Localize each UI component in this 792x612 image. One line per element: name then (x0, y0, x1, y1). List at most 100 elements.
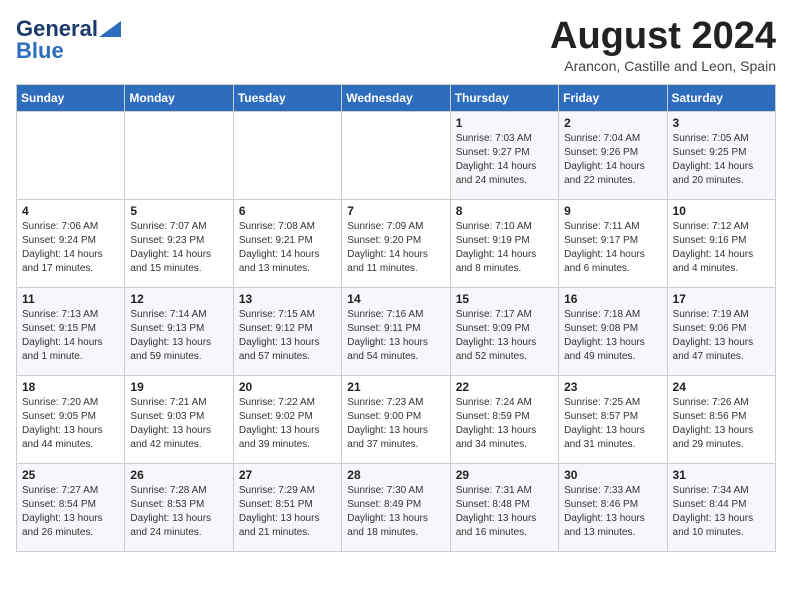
day-number: 3 (673, 116, 770, 130)
col-header-wednesday: Wednesday (342, 84, 450, 111)
day-number: 23 (564, 380, 661, 394)
week-row-4: 18 Sunrise: 7:20 AM Sunset: 9:05 PM Dayli… (17, 375, 776, 463)
day-number: 13 (239, 292, 336, 306)
day-info: Sunrise: 7:20 AM Sunset: 9:05 PM Dayligh… (22, 396, 119, 452)
day-info: Sunrise: 7:10 AM Sunset: 9:19 PM Dayligh… (456, 220, 553, 276)
day-info: Sunrise: 7:31 AM Sunset: 8:48 PM Dayligh… (456, 484, 553, 540)
day-number: 12 (130, 292, 227, 306)
day-info: Sunrise: 7:13 AM Sunset: 9:15 PM Dayligh… (22, 308, 119, 364)
calendar-cell: 28 Sunrise: 7:30 AM Sunset: 8:49 PM Dayli… (342, 463, 450, 551)
day-number: 17 (673, 292, 770, 306)
day-number: 24 (673, 380, 770, 394)
day-number: 2 (564, 116, 661, 130)
calendar-cell: 29 Sunrise: 7:31 AM Sunset: 8:48 PM Dayli… (450, 463, 558, 551)
day-info: Sunrise: 7:30 AM Sunset: 8:49 PM Dayligh… (347, 484, 444, 540)
day-info: Sunrise: 7:18 AM Sunset: 9:08 PM Dayligh… (564, 308, 661, 364)
calendar-cell: 21 Sunrise: 7:23 AM Sunset: 9:00 PM Dayli… (342, 375, 450, 463)
day-info: Sunrise: 7:12 AM Sunset: 9:16 PM Dayligh… (673, 220, 770, 276)
day-number: 9 (564, 204, 661, 218)
day-number: 19 (130, 380, 227, 394)
location-subtitle: Arancon, Castille and Leon, Spain (550, 58, 776, 74)
day-number: 21 (347, 380, 444, 394)
calendar-cell: 25Sunrise: 7:27 AM Sunset: 8:54 PM Dayli… (17, 463, 125, 551)
calendar-cell: 8 Sunrise: 7:10 AM Sunset: 9:19 PM Daylig… (450, 199, 558, 287)
day-info: Sunrise: 7:33 AM Sunset: 8:46 PM Dayligh… (564, 484, 661, 540)
day-number: 8 (456, 204, 553, 218)
calendar-cell: 20 Sunrise: 7:22 AM Sunset: 9:02 PM Dayli… (233, 375, 341, 463)
logo: General Blue (16, 16, 121, 64)
day-number: 29 (456, 468, 553, 482)
day-info: Sunrise: 7:09 AM Sunset: 9:20 PM Dayligh… (347, 220, 444, 276)
day-number: 20 (239, 380, 336, 394)
day-number: 18 (22, 380, 119, 394)
title-area: August 2024 Arancon, Castille and Leon, … (550, 16, 776, 74)
day-number: 6 (239, 204, 336, 218)
week-row-2: 4 Sunrise: 7:06 AM Sunset: 9:24 PM Daylig… (17, 199, 776, 287)
calendar-cell: 7 Sunrise: 7:09 AM Sunset: 9:20 PM Daylig… (342, 199, 450, 287)
day-info: Sunrise: 7:08 AM Sunset: 9:21 PM Dayligh… (239, 220, 336, 276)
day-info: Sunrise: 7:14 AM Sunset: 9:13 PM Dayligh… (130, 308, 227, 364)
day-info: Sunrise: 7:06 AM Sunset: 9:24 PM Dayligh… (22, 220, 119, 276)
logo-blue: Blue (16, 38, 64, 64)
day-info: Sunrise: 7:15 AM Sunset: 9:12 PM Dayligh… (239, 308, 336, 364)
calendar-cell (125, 111, 233, 199)
day-number: 30 (564, 468, 661, 482)
col-header-thursday: Thursday (450, 84, 558, 111)
col-header-monday: Monday (125, 84, 233, 111)
calendar-cell: 22Sunrise: 7:24 AM Sunset: 8:59 PM Dayli… (450, 375, 558, 463)
calendar-cell: 30 Sunrise: 7:33 AM Sunset: 8:46 PM Dayli… (559, 463, 667, 551)
day-info: Sunrise: 7:05 AM Sunset: 9:25 PM Dayligh… (673, 132, 770, 188)
calendar-cell: 1 Sunrise: 7:03 AM Sunset: 9:27 PM Daylig… (450, 111, 558, 199)
day-number: 11 (22, 292, 119, 306)
day-number: 4 (22, 204, 119, 218)
day-number: 7 (347, 204, 444, 218)
calendar-cell: 6 Sunrise: 7:08 AM Sunset: 9:21 PM Daylig… (233, 199, 341, 287)
calendar-cell: 3 Sunrise: 7:05 AM Sunset: 9:25 PM Daylig… (667, 111, 775, 199)
calendar-cell: 14 Sunrise: 7:16 AM Sunset: 9:11 PM Dayli… (342, 287, 450, 375)
calendar-cell: 5Sunrise: 7:07 AM Sunset: 9:23 PM Daylig… (125, 199, 233, 287)
day-info: Sunrise: 7:23 AM Sunset: 9:00 PM Dayligh… (347, 396, 444, 452)
day-info: Sunrise: 7:25 AM Sunset: 8:57 PM Dayligh… (564, 396, 661, 452)
calendar-cell: 2 Sunrise: 7:04 AM Sunset: 9:26 PM Daylig… (559, 111, 667, 199)
calendar-cell (17, 111, 125, 199)
week-row-5: 25Sunrise: 7:27 AM Sunset: 8:54 PM Dayli… (17, 463, 776, 551)
calendar-header-row: SundayMondayTuesdayWednesdayThursdayFrid… (17, 84, 776, 111)
col-header-tuesday: Tuesday (233, 84, 341, 111)
day-info: Sunrise: 7:17 AM Sunset: 9:09 PM Dayligh… (456, 308, 553, 364)
day-info: Sunrise: 7:26 AM Sunset: 8:56 PM Dayligh… (673, 396, 770, 452)
calendar-cell: 18 Sunrise: 7:20 AM Sunset: 9:05 PM Dayli… (17, 375, 125, 463)
calendar-cell: 26Sunrise: 7:28 AM Sunset: 8:53 PM Dayli… (125, 463, 233, 551)
calendar-cell: 19 Sunrise: 7:21 AM Sunset: 9:03 PM Dayli… (125, 375, 233, 463)
calendar-table: SundayMondayTuesdayWednesdayThursdayFrid… (16, 84, 776, 552)
day-number: 27 (239, 468, 336, 482)
calendar-cell: 24 Sunrise: 7:26 AM Sunset: 8:56 PM Dayli… (667, 375, 775, 463)
col-header-sunday: Sunday (17, 84, 125, 111)
day-info: Sunrise: 7:22 AM Sunset: 9:02 PM Dayligh… (239, 396, 336, 452)
calendar-cell: 27Sunrise: 7:29 AM Sunset: 8:51 PM Dayli… (233, 463, 341, 551)
day-number: 26 (130, 468, 227, 482)
day-number: 28 (347, 468, 444, 482)
calendar-cell (342, 111, 450, 199)
day-number: 15 (456, 292, 553, 306)
day-number: 1 (456, 116, 553, 130)
col-header-friday: Friday (559, 84, 667, 111)
day-number: 10 (673, 204, 770, 218)
day-number: 22 (456, 380, 553, 394)
day-number: 25 (22, 468, 119, 482)
month-title: August 2024 (550, 16, 776, 58)
day-number: 31 (673, 468, 770, 482)
col-header-saturday: Saturday (667, 84, 775, 111)
calendar-cell: 31 Sunrise: 7:34 AM Sunset: 8:44 PM Dayli… (667, 463, 775, 551)
logo-icon (99, 21, 121, 37)
day-number: 14 (347, 292, 444, 306)
calendar-cell: 9Sunrise: 7:11 AM Sunset: 9:17 PM Daylig… (559, 199, 667, 287)
day-info: Sunrise: 7:16 AM Sunset: 9:11 PM Dayligh… (347, 308, 444, 364)
day-info: Sunrise: 7:21 AM Sunset: 9:03 PM Dayligh… (130, 396, 227, 452)
calendar-cell: 23 Sunrise: 7:25 AM Sunset: 8:57 PM Dayli… (559, 375, 667, 463)
day-info: Sunrise: 7:04 AM Sunset: 9:26 PM Dayligh… (564, 132, 661, 188)
day-info: Sunrise: 7:03 AM Sunset: 9:27 PM Dayligh… (456, 132, 553, 188)
calendar-cell: 13 Sunrise: 7:15 AM Sunset: 9:12 PM Dayli… (233, 287, 341, 375)
day-info: Sunrise: 7:07 AM Sunset: 9:23 PM Dayligh… (130, 220, 227, 276)
day-info: Sunrise: 7:34 AM Sunset: 8:44 PM Dayligh… (673, 484, 770, 540)
calendar-cell: 12 Sunrise: 7:14 AM Sunset: 9:13 PM Dayli… (125, 287, 233, 375)
